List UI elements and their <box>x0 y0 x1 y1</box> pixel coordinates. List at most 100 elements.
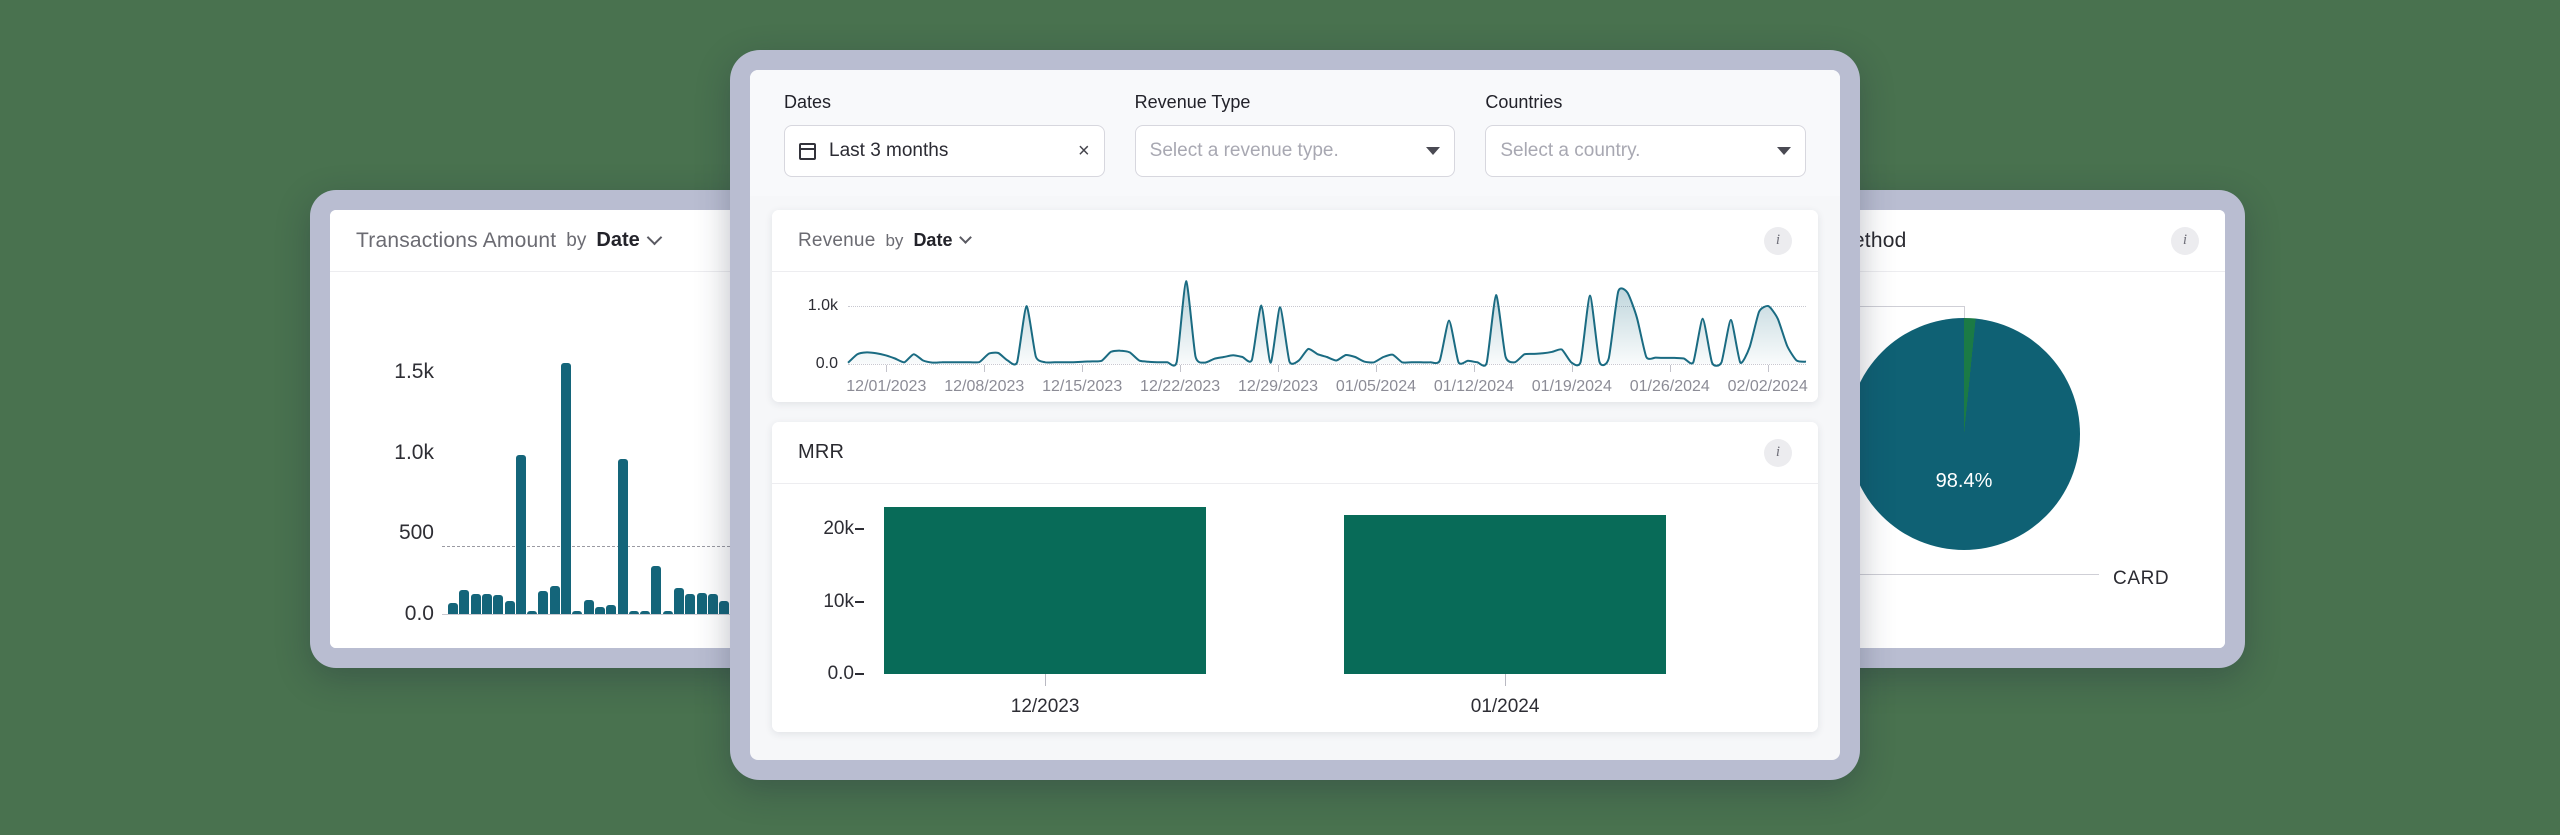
revenue-x-tick <box>1571 365 1573 372</box>
transactions-y-axis: 0.0 500 1.0k 1.5k <box>330 272 434 648</box>
revenue-x-tick <box>1767 365 1769 372</box>
dates-filter-label: Dates <box>784 92 832 112</box>
transactions-bar[interactable] <box>538 590 549 614</box>
revenue-y-tick-label: 0.0 <box>815 355 838 372</box>
transactions-bar[interactable] <box>662 610 673 614</box>
mrr-y-tick <box>855 528 864 530</box>
revenue-x-tick-label: 12/15/2023 <box>1042 378 1123 395</box>
transactions-bar[interactable] <box>707 593 718 614</box>
revenue-x-tick-label: 12/01/2023 <box>846 378 927 395</box>
mrr-plot-area: 12/2023 01/2024 <box>868 484 1788 732</box>
filters-dashboard-inner: Dates Last 3 months × Revenue Type Selec… <box>750 70 1840 760</box>
mrr-x-tick <box>1505 674 1507 686</box>
caret-down-icon[interactable] <box>1777 147 1792 155</box>
screenshot-stage: Transactions Amount by Date 0.0 500 1.0k 1.… <box>0 0 2560 835</box>
revenue-x-tick <box>1180 365 1182 372</box>
pie-legend-label-card: CARD <box>2113 568 2170 589</box>
mrr-y-tick-label: 0.0 <box>827 663 854 684</box>
revenue-x-tick-label: 12/08/2023 <box>944 378 1025 395</box>
transactions-bar[interactable] <box>448 602 458 614</box>
mrr-panel-header: MRR i <box>772 422 1818 484</box>
dates-filter-input[interactable]: Last 3 months × <box>784 125 1105 177</box>
revenue-x-tick <box>1278 365 1280 372</box>
revenue-type-filter: Revenue Type Select a revenue type. <box>1134 92 1456 196</box>
info-icon[interactable]: i <box>1764 226 1792 255</box>
revenue-x-tick-label: 12/29/2023 <box>1237 378 1319 395</box>
caret-down-icon[interactable] <box>1426 147 1441 155</box>
revenue-groupby-value[interactable]: Date <box>913 230 952 251</box>
revenue-x-tick-label: 01/26/2024 <box>1629 378 1710 395</box>
transactions-bar[interactable] <box>493 594 504 614</box>
revenue-type-placeholder: Select a revenue type. <box>1149 140 1339 161</box>
transactions-bar[interactable] <box>594 606 605 614</box>
mrr-x-tick <box>1045 674 1047 686</box>
transactions-bar[interactable] <box>561 362 571 614</box>
transactions-bar[interactable] <box>685 593 696 614</box>
transactions-bar[interactable] <box>640 611 651 614</box>
transactions-groupby-value[interactable]: Date <box>596 229 639 252</box>
revenue-x-tick <box>984 365 986 372</box>
transactions-bar[interactable] <box>572 611 583 614</box>
transactions-bar[interactable] <box>719 601 730 614</box>
revenue-panel-header: Revenue by Date i <box>772 210 1818 272</box>
countries-filter: Countries Select a country. <box>1485 92 1807 196</box>
transactions-bar[interactable] <box>459 589 470 614</box>
transactions-bar[interactable] <box>617 459 628 614</box>
pie-slice-percent-label: 98.4% <box>1935 470 1993 492</box>
calendar-icon <box>799 142 816 160</box>
revenue-by-word: by <box>885 230 904 250</box>
revenue-x-tick-label: 01/12/2024 <box>1433 378 1514 395</box>
revenue-x-tick-label: 01/05/2024 <box>1335 378 1416 395</box>
revenue-x-tick <box>1082 365 1084 372</box>
dates-filter: Dates Last 3 months × <box>784 92 1105 196</box>
revenue-plot-area <box>848 280 1806 364</box>
transactions-bar[interactable] <box>481 593 492 614</box>
revenue-line[interactable] <box>848 281 1806 366</box>
mrr-panel: MRR i 0.0 10k 20k 12/2023 01/2024 <box>772 422 1818 732</box>
transactions-y-tick-label: 0.0 <box>404 602 434 625</box>
mrr-y-tick <box>855 673 864 675</box>
revenue-panel: Revenue by Date i 0.0 1.0k 12/01/2023 12/0… <box>772 210 1818 402</box>
info-icon[interactable]: i <box>2171 226 2199 255</box>
transactions-bar[interactable] <box>628 611 639 614</box>
filter-bar: Dates Last 3 months × Revenue Type Selec… <box>750 70 1840 196</box>
transactions-bar[interactable] <box>674 588 684 614</box>
mrr-bar[interactable] <box>884 507 1207 674</box>
revenue-x-tick <box>1375 365 1377 372</box>
transactions-bar[interactable] <box>515 454 526 614</box>
revenue-gridline <box>848 364 1806 365</box>
transactions-bar[interactable] <box>583 600 594 614</box>
close-icon[interactable]: × <box>1078 140 1090 163</box>
transactions-bar[interactable] <box>504 601 515 614</box>
transactions-bar[interactable] <box>696 593 707 614</box>
revenue-x-tick-label: 02/02/2024 <box>1727 378 1808 395</box>
dates-filter-value: Last 3 months <box>829 140 949 161</box>
mrr-x-tick-label: 01/2024 <box>1470 696 1540 717</box>
revenue-x-tick <box>1473 365 1475 372</box>
revenue-x-tick <box>1669 365 1671 372</box>
transactions-bar[interactable] <box>651 565 662 614</box>
mrr-y-tick-label: 20k <box>823 518 854 539</box>
chevron-down-icon[interactable] <box>646 229 663 246</box>
transactions-bar[interactable] <box>606 605 617 614</box>
transactions-bar[interactable] <box>549 585 560 614</box>
transactions-y-tick-label: 1.5k <box>394 360 434 384</box>
transactions-y-tick-label: 1.0k <box>394 440 434 464</box>
payment-method-pie[interactable]: 98.4% <box>1848 318 2080 550</box>
transactions-title: Transactions Amount <box>356 228 557 252</box>
revenue-type-filter-label: Revenue Type <box>1134 92 1251 112</box>
revenue-line-svg <box>848 280 1806 364</box>
transactions-bar[interactable] <box>470 593 481 614</box>
transactions-by-word: by <box>566 229 587 251</box>
revenue-chart: 0.0 1.0k 12/01/2023 12/08/2023 12/15/2023 12… <box>772 272 1818 402</box>
chevron-down-icon[interactable] <box>959 231 973 244</box>
pie-leader-line-bottom-horiz <box>1855 574 2099 575</box>
transactions-bar[interactable] <box>527 611 538 614</box>
countries-select[interactable]: Select a country. <box>1485 125 1807 177</box>
countries-placeholder: Select a country. <box>1500 140 1641 161</box>
revenue-type-select[interactable]: Select a revenue type. <box>1134 125 1456 177</box>
countries-filter-label: Countries <box>1485 92 1563 112</box>
mrr-bar[interactable] <box>1344 514 1667 674</box>
filters-dashboard-card: Dates Last 3 months × Revenue Type Selec… <box>730 50 1860 780</box>
info-icon[interactable]: i <box>1764 438 1792 467</box>
